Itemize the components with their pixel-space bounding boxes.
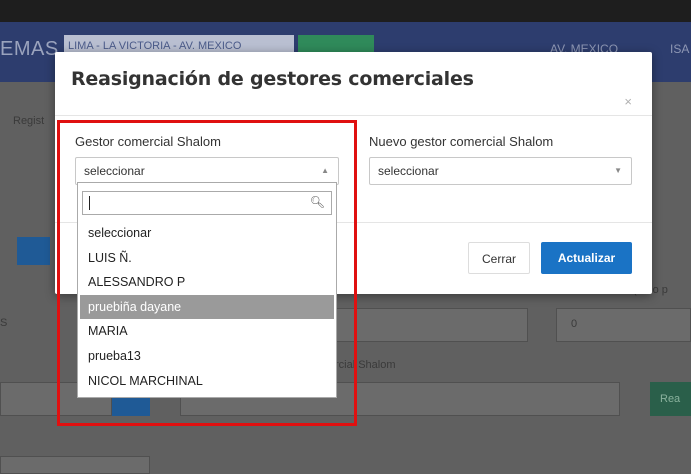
- modal-title: Reasignación de gestores comerciales: [71, 68, 474, 90]
- modal-header-divider: [55, 115, 652, 116]
- top-bar: [0, 0, 691, 22]
- dropdown-option[interactable]: prueba13: [80, 344, 334, 369]
- current-manager-value: seleccionar: [84, 164, 145, 178]
- search-icon: 🔍︎: [309, 195, 325, 209]
- navbar-user-text: ISA: [670, 42, 690, 56]
- new-manager-value: seleccionar: [378, 164, 439, 178]
- bg-select[interactable]: [330, 308, 528, 342]
- bg-number-value: 0: [571, 318, 578, 330]
- bg-reassign-button[interactable]: Rea: [650, 382, 691, 416]
- bg-field-label: rcial Shalom: [335, 359, 396, 371]
- close-icon[interactable]: ×: [624, 94, 632, 109]
- update-button[interactable]: Actualizar: [541, 242, 632, 274]
- dropdown-option[interactable]: seleccionar: [80, 221, 334, 246]
- dropdown-option-highlighted[interactable]: pruebiña dayane: [80, 294, 334, 320]
- close-button[interactable]: Cerrar: [468, 242, 530, 274]
- breadcrumb: Regist: [13, 115, 45, 127]
- new-manager-select[interactable]: seleccionar ▼: [369, 157, 632, 185]
- chevron-up-icon: ▲: [321, 166, 329, 175]
- dropdown-option[interactable]: LUIS Ñ.: [80, 246, 334, 271]
- dropdown-option[interactable]: ALESSANDRO P: [80, 270, 334, 295]
- brand-text: EMAS: [0, 38, 59, 60]
- bg-partial-text: S: [0, 317, 8, 329]
- current-manager-label: Gestor comercial Shalom: [75, 134, 221, 149]
- text-cursor: [89, 196, 90, 210]
- dropdown-option[interactable]: MARIA: [80, 319, 334, 344]
- dropdown-option[interactable]: NICOL MARCHINAL: [80, 369, 334, 394]
- current-manager-select[interactable]: seleccionar ▲: [75, 157, 339, 185]
- bg-search-button[interactable]: [17, 237, 50, 265]
- bg-bottom-box: [0, 456, 150, 474]
- manager-dropdown: 🔍︎ seleccionar LUIS Ñ. ALESSANDRO P prue…: [77, 182, 337, 398]
- dropdown-options: seleccionar LUIS Ñ. ALESSANDRO P pruebiñ…: [80, 221, 334, 393]
- new-manager-label: Nuevo gestor comercial Shalom: [369, 134, 554, 149]
- dropdown-search-input[interactable]: 🔍︎: [82, 191, 332, 215]
- chevron-down-icon: ▼: [614, 166, 622, 175]
